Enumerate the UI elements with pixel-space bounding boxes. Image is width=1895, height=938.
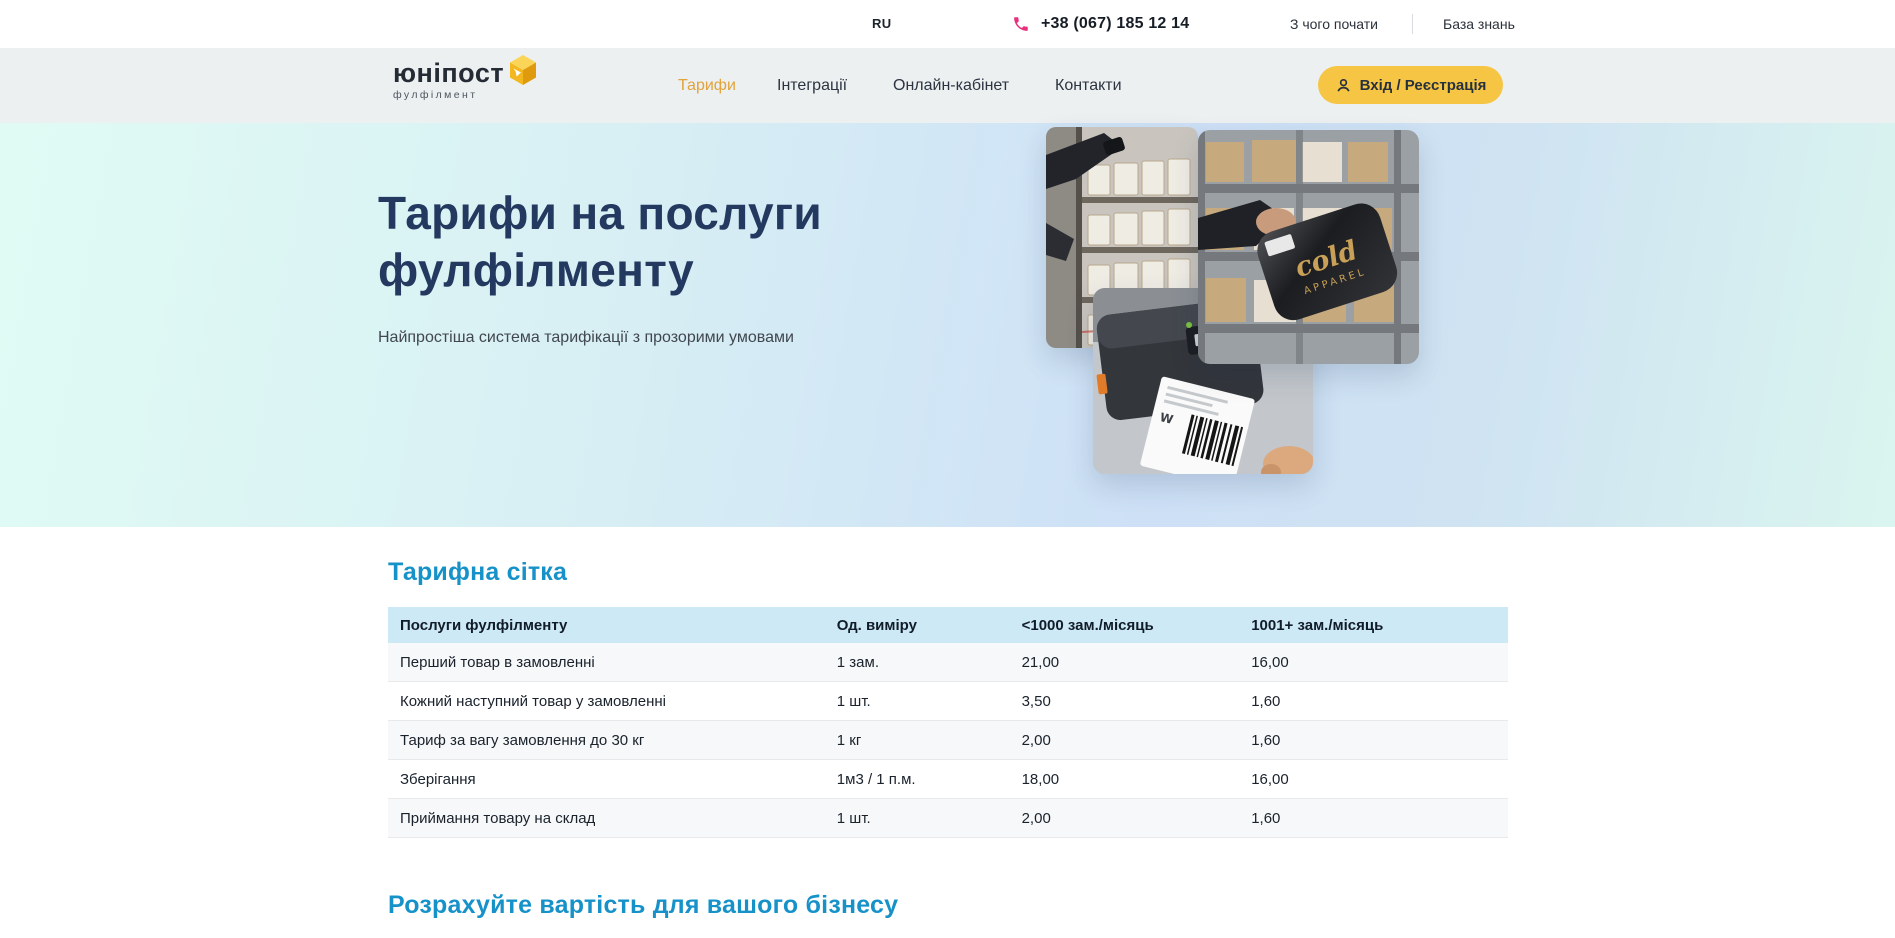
cell-service: Перший товар в замовленні xyxy=(388,643,825,682)
cell-service: Зберігання xyxy=(388,760,825,799)
main-header: юніпост фулфілмент Тарифи Інтеграції Онл… xyxy=(0,48,1895,123)
cell-unit: 1 кг xyxy=(825,721,1010,760)
nav-tariffs[interactable]: Тарифи xyxy=(678,48,736,123)
table-row: Перший товар в замовленні 1 зам. 21,00 1… xyxy=(388,643,1508,682)
cell-service: Приймання товару на склад xyxy=(388,799,825,838)
table-row: Приймання товару на склад 1 шт. 2,00 1,6… xyxy=(388,799,1508,838)
cell-price-high: 1,60 xyxy=(1239,799,1508,838)
logo-tagline: фулфілмент xyxy=(393,89,543,101)
col-header-service: Послуги фулфілменту xyxy=(388,607,825,643)
pricing-section-title: Тарифна сітка xyxy=(388,558,567,587)
topbar-link-getting-started[interactable]: З чого почати xyxy=(1290,0,1378,48)
cell-price-low: 2,00 xyxy=(1010,721,1240,760)
nav-contacts[interactable]: Контакти xyxy=(1055,48,1122,123)
cell-unit: 1 шт. xyxy=(825,799,1010,838)
col-header-under-1000: <1000 зам./місяць xyxy=(1010,607,1240,643)
phone-link[interactable]: +38 (067) 185 12 14 xyxy=(1012,0,1189,48)
pricing-table: Послуги фулфілменту Од. виміру <1000 зам… xyxy=(388,607,1508,838)
page-title-line2: фулфілменту xyxy=(378,242,822,299)
page-title: Тарифи на послуги фулфілменту xyxy=(378,185,822,299)
login-button-label: Вхід / Реєстрація xyxy=(1360,77,1487,94)
table-row: Зберігання 1м3 / 1 п.м. 18,00 16,00 xyxy=(388,760,1508,799)
cell-price-high: 1,60 xyxy=(1239,682,1508,721)
topbar-divider xyxy=(1412,14,1413,34)
table-row: Тариф за вагу замовлення до 30 кг 1 кг 2… xyxy=(388,721,1508,760)
table-header-row: Послуги фулфілменту Од. виміру <1000 зам… xyxy=(388,607,1508,643)
cell-price-low: 18,00 xyxy=(1010,760,1240,799)
cell-price-low: 2,00 xyxy=(1010,799,1240,838)
language-switcher[interactable]: RU xyxy=(872,0,892,48)
logo-cube-icon xyxy=(507,53,539,87)
logo[interactable]: юніпост фулфілмент xyxy=(393,58,543,116)
table-row: Кожний наступний товар у замовленні 1 шт… xyxy=(388,682,1508,721)
phone-number: +38 (067) 185 12 14 xyxy=(1041,15,1189,33)
hero-subtitle: Найпростіша система тарифікації з прозор… xyxy=(378,329,794,347)
cell-unit: 1м3 / 1 п.м. xyxy=(825,760,1010,799)
cell-price-high: 1,60 xyxy=(1239,721,1508,760)
cell-unit: 1 зам. xyxy=(825,643,1010,682)
col-header-unit: Од. виміру xyxy=(825,607,1010,643)
col-header-over-1001: 1001+ зам./місяць xyxy=(1239,607,1508,643)
page-title-line1: Тарифи на послуги xyxy=(378,185,822,242)
user-icon xyxy=(1335,77,1352,94)
cell-service: Кожний наступний товар у замовленні xyxy=(388,682,825,721)
cell-price-high: 16,00 xyxy=(1239,760,1508,799)
nav-integrations[interactable]: Інтеграції xyxy=(777,48,847,123)
calculator-section-title: Розрахуйте вартість для вашого бізнесу xyxy=(388,891,898,920)
phone-icon xyxy=(1012,15,1030,33)
package-scanning-photo: cold APPAREL xyxy=(1198,130,1419,364)
login-register-button[interactable]: Вхід / Реєстрація xyxy=(1318,66,1503,104)
cell-price-low: 3,50 xyxy=(1010,682,1240,721)
cell-unit: 1 шт. xyxy=(825,682,1010,721)
cell-price-high: 16,00 xyxy=(1239,643,1508,682)
topbar: RU +38 (067) 185 12 14 З чого почати Баз… xyxy=(0,0,1895,48)
cell-price-low: 21,00 xyxy=(1010,643,1240,682)
hero-section: Тарифи на послуги фулфілменту Найпростіш… xyxy=(0,123,1895,527)
topbar-link-knowledge-base[interactable]: База знань xyxy=(1443,0,1515,48)
nav-online-cabinet[interactable]: Онлайн-кабінет xyxy=(893,48,1009,123)
cell-service: Тариф за вагу замовлення до 30 кг xyxy=(388,721,825,760)
